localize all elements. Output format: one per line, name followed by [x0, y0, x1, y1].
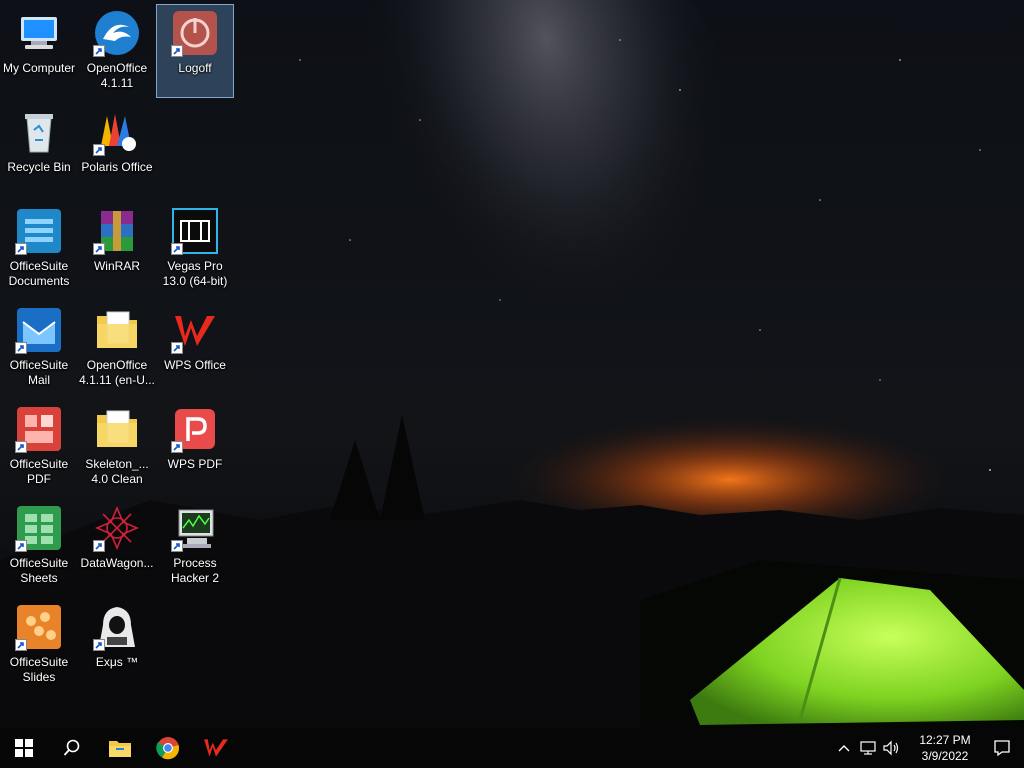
skeleton-folder[interactable]: Skeleton_... 4.0 Clean [78, 400, 156, 494]
shortcut-arrow-icon [171, 441, 183, 453]
polaris-office-shortcut[interactable]: Polaris Office [78, 103, 156, 197]
network-button[interactable] [856, 728, 880, 768]
exus-shortcut[interactable]: Exμs ™ [78, 598, 156, 692]
shortcut-arrow-icon [15, 342, 27, 354]
officesuite-pdf-shortcut[interactable]: OfficeSuite PDF [0, 400, 78, 494]
action-center-button[interactable] [980, 728, 1024, 768]
folder-skeleton-icon [93, 405, 141, 453]
wps-office-shortcut[interactable]: WPS Office [156, 301, 234, 395]
datawagon-shortcut[interactable]: DataWagon... [78, 499, 156, 593]
exus-icon [93, 603, 141, 651]
windows-start-icon [15, 739, 33, 757]
network-icon [860, 741, 876, 755]
shortcut-arrow-icon [93, 45, 105, 57]
taskbar: 12:27 PM 3/9/2022 [0, 728, 1024, 768]
wps-office-taskbar-button[interactable] [192, 728, 240, 768]
shortcut-arrow-icon [171, 540, 183, 552]
wps-pdf-shortcut[interactable]: WPS PDF [156, 400, 234, 494]
recycle-bin-icon [15, 108, 63, 156]
winrar-icon [93, 207, 141, 255]
shortcut-arrow-icon [93, 243, 105, 255]
system-tray: 12:27 PM 3/9/2022 [832, 728, 1024, 768]
officesuite-mail-shortcut[interactable]: OfficeSuite Mail [0, 301, 78, 395]
wps-office-icon [171, 306, 219, 354]
officesuite-mail-icon [15, 306, 63, 354]
clock-date: 3/9/2022 [921, 749, 969, 763]
search-button[interactable] [48, 728, 96, 768]
officesuite-sheets-icon [15, 504, 63, 552]
chrome-icon [156, 737, 180, 760]
file-explorer-icon [109, 741, 131, 757]
officesuite-pdf-icon [15, 405, 63, 453]
file-explorer-button[interactable] [96, 728, 144, 768]
process-hacker-icon [171, 504, 219, 552]
volume-button[interactable] [880, 728, 904, 768]
shortcut-arrow-icon [171, 45, 183, 57]
vegas-pro-icon [171, 207, 219, 255]
taskbar-clock[interactable]: 12:27 PM 3/9/2022 [910, 732, 980, 764]
shortcut-arrow-icon [15, 441, 27, 453]
officesuite-sheets-shortcut[interactable]: OfficeSuite Sheets [0, 499, 78, 593]
shortcut-arrow-icon [93, 639, 105, 651]
my-computer-shortcut[interactable]: My Computer [0, 4, 78, 98]
officesuite-documents-shortcut[interactable]: OfficeSuite Documents [0, 202, 78, 296]
chrome-button[interactable] [144, 728, 192, 768]
datawagon-icon [93, 504, 141, 552]
shortcut-arrow-icon [15, 540, 27, 552]
logoff-shortcut[interactable]: Logoff [156, 4, 234, 98]
vegas-pro-shortcut[interactable]: Vegas Pro 13.0 (64-bit) [156, 202, 234, 296]
recycle-bin-shortcut[interactable]: Recycle Bin [0, 103, 78, 197]
shortcut-arrow-icon [171, 243, 183, 255]
openoffice-icon [93, 9, 141, 57]
winrar-shortcut[interactable]: WinRAR [78, 202, 156, 296]
volume-icon [883, 740, 899, 756]
shortcut-arrow-icon [15, 243, 27, 255]
wps-office-taskbar-icon [204, 739, 228, 757]
polaris-office-icon [93, 108, 141, 156]
search-icon [63, 739, 80, 756]
start-button[interactable] [0, 728, 48, 768]
process-hacker-shortcut[interactable]: Process Hacker 2 [156, 499, 234, 593]
logoff-icon [171, 9, 219, 57]
officesuite-slides-shortcut[interactable]: OfficeSuite Slides [0, 598, 78, 692]
desktop: My Computer OpenOffice 4.1.11 Logoff Rec… [0, 0, 1024, 728]
openoffice-folder[interactable]: OpenOffice 4.1.11 (en-U... [78, 301, 156, 395]
my-computer-icon [15, 9, 63, 57]
notification-icon [994, 740, 1010, 757]
shortcut-arrow-icon [171, 342, 183, 354]
show-hidden-icons-button[interactable] [832, 728, 856, 768]
openoffice-shortcut[interactable]: OpenOffice 4.1.11 [78, 4, 156, 98]
officesuite-documents-icon [15, 207, 63, 255]
chevron-up-icon [838, 745, 850, 752]
officesuite-slides-icon [15, 603, 63, 651]
shortcut-arrow-icon [15, 639, 27, 651]
wps-pdf-icon [171, 405, 219, 453]
shortcut-arrow-icon [93, 144, 105, 156]
shortcut-arrow-icon [93, 540, 105, 552]
clock-time: 12:27 PM [919, 733, 971, 747]
folder-openoffice-icon [93, 306, 141, 354]
